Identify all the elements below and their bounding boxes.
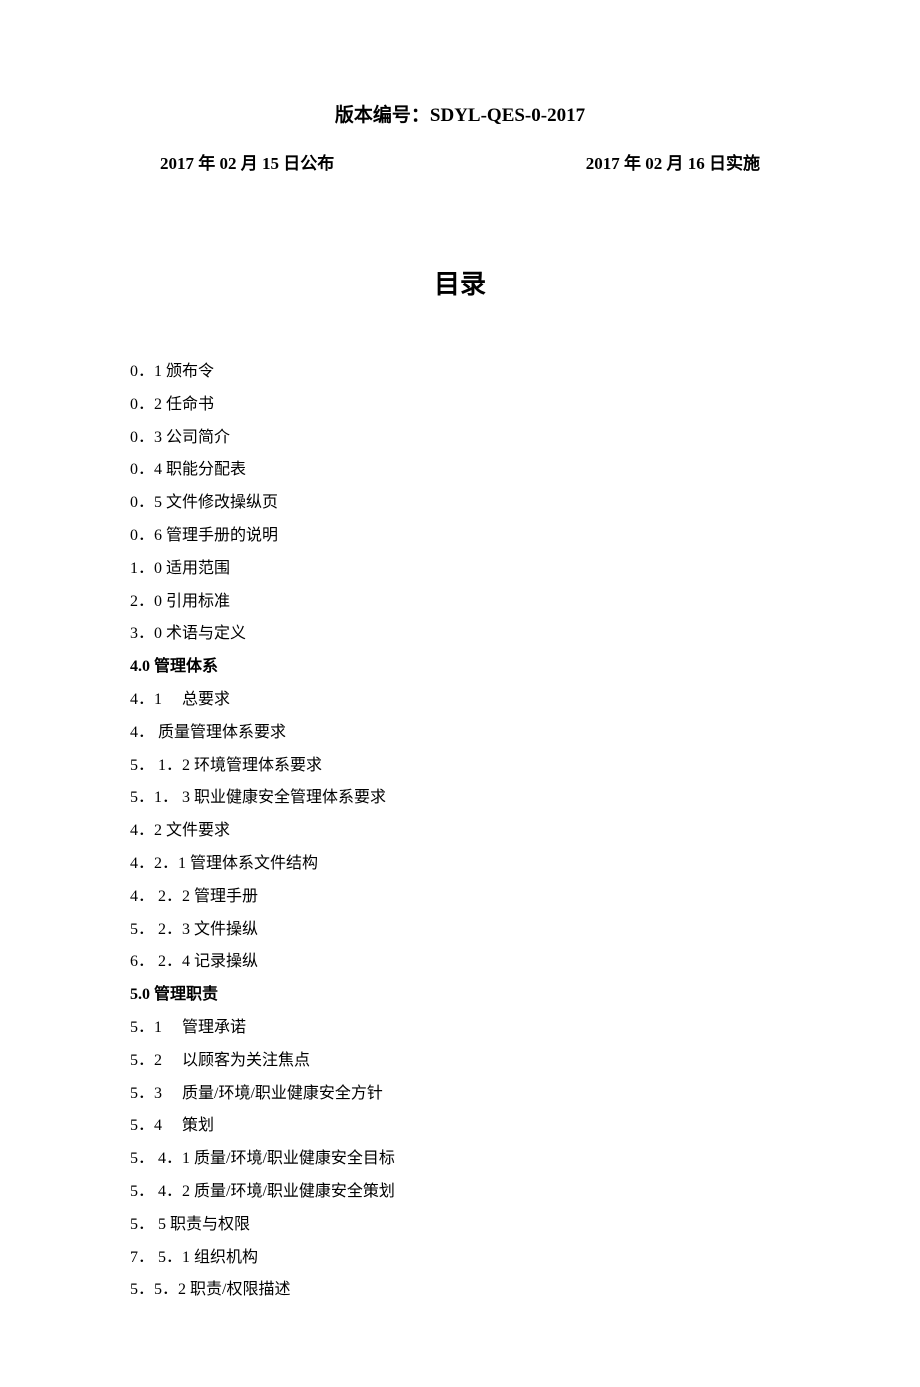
- toc-item: 4．2 文件要求: [130, 815, 790, 848]
- toc-item: 4.0 管理体系: [130, 651, 790, 684]
- version-header: 版本编号：SDYL-QES-0-2017: [130, 100, 790, 127]
- toc-item: 0．1 颁布令: [130, 356, 790, 389]
- toc-item: 5．1． 3 职业健康安全管理体系要求: [130, 782, 790, 815]
- toc-item: 6． 2．4 记录操纵: [130, 946, 790, 979]
- toc-item: 5． 5 职责与权限: [130, 1209, 790, 1242]
- toc-item: 5．3 质量/环境/职业健康安全方针: [130, 1078, 790, 1111]
- toc-item: 0．3 公司简介: [130, 422, 790, 455]
- toc-item: 3．0 术语与定义: [130, 618, 790, 651]
- toc-item: 4．2．1 管理体系文件结构: [130, 848, 790, 881]
- toc-item: 5．1 管理承诺: [130, 1012, 790, 1045]
- version-value: SDYL-QES-0-2017: [430, 105, 585, 126]
- toc-item: 2．0 引用标准: [130, 586, 790, 619]
- toc-item: 0．2 任命书: [130, 389, 790, 422]
- toc-item: 4． 质量管理体系要求: [130, 717, 790, 750]
- toc-item: 0．5 文件修改操纵页: [130, 487, 790, 520]
- toc-item: 5． 4．1 质量/环境/职业健康安全目标: [130, 1143, 790, 1176]
- effective-date: 2017 年 02 月 16 日实施: [586, 149, 760, 174]
- toc-item: 5． 2．3 文件操纵: [130, 914, 790, 947]
- version-label: 版本编号：: [335, 105, 430, 126]
- toc-item: 5．5．2 职责/权限描述: [130, 1274, 790, 1307]
- toc-item: 0．6 管理手册的说明: [130, 520, 790, 553]
- toc-item: 5． 1．2 环境管理体系要求: [130, 750, 790, 783]
- toc-item: 4．1 总要求: [130, 684, 790, 717]
- toc-item: 7． 5．1 组织机构: [130, 1242, 790, 1275]
- toc-title: 目录: [130, 264, 790, 301]
- toc-item: 5.0 管理职责: [130, 979, 790, 1012]
- toc-item: 1．0 适用范围: [130, 553, 790, 586]
- toc-item: 4． 2．2 管理手册: [130, 881, 790, 914]
- dates-row: 2017 年 02 月 15 日公布 2017 年 02 月 16 日实施: [130, 149, 790, 174]
- publish-date: 2017 年 02 月 15 日公布: [160, 149, 334, 174]
- toc-item: 0．4 职能分配表: [130, 454, 790, 487]
- toc-list: 0．1 颁布令0．2 任命书0．3 公司简介0．4 职能分配表0．5 文件修改操…: [130, 356, 790, 1307]
- toc-item: 5． 4．2 质量/环境/职业健康安全策划: [130, 1176, 790, 1209]
- toc-item: 5．4 策划: [130, 1110, 790, 1143]
- toc-item: 5．2 以顾客为关注焦点: [130, 1045, 790, 1078]
